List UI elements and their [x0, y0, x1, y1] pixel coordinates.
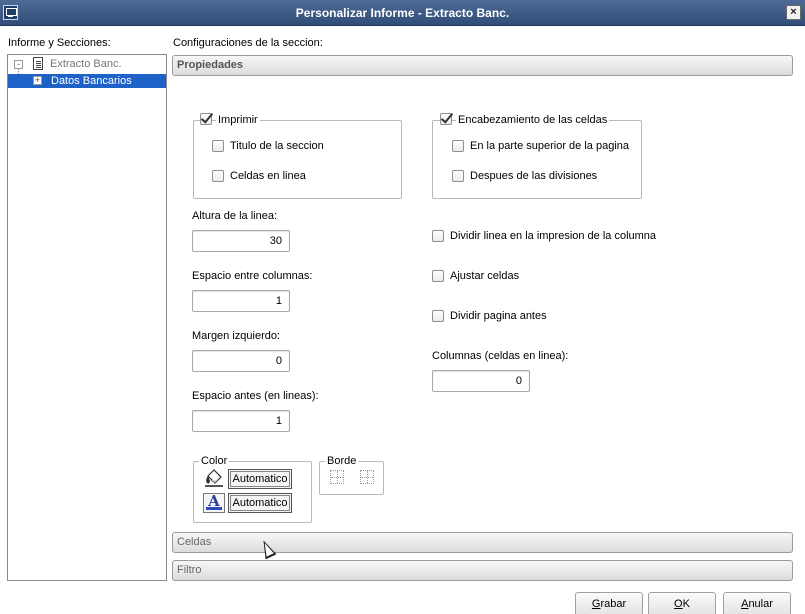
- borde-group-label: Borde: [325, 455, 359, 467]
- celdas-en-linea-checkbox[interactable]: [212, 170, 224, 182]
- espacio-columnas-label: Espacio entre columnas:: [192, 270, 313, 282]
- encabezamiento-label: Encabezamiento de las celdas: [456, 114, 610, 126]
- sections-tree[interactable]: - Extracto Banc. + Datos Bancarios: [7, 54, 167, 581]
- espacio-columnas-input[interactable]: 1: [192, 290, 290, 312]
- columnas-label: Columnas (celdas en linea):: [432, 350, 569, 362]
- margen-izquierdo-label: Margen izquierdo:: [192, 330, 281, 342]
- inner-borders-icon[interactable]: [330, 470, 344, 484]
- ajustar-celdas-label: Ajustar celdas: [450, 270, 520, 282]
- grabar-button[interactable]: Grabar: [575, 592, 643, 614]
- anular-button[interactable]: Anular: [723, 592, 791, 614]
- font-color-icon: A: [203, 493, 225, 513]
- fill-color-button[interactable]: Automatico: [228, 469, 292, 489]
- encabezamiento-checkbox[interactable]: [440, 113, 452, 125]
- titulo-seccion-checkbox[interactable]: [212, 140, 224, 152]
- all-borders-icon[interactable]: [360, 470, 374, 484]
- font-color-button[interactable]: Automatico: [228, 493, 292, 513]
- despues-divisiones-checkbox[interactable]: [452, 170, 464, 182]
- espacio-antes-label: Espacio antes (en lineas):: [192, 390, 319, 402]
- collapse-icon[interactable]: -: [14, 60, 23, 69]
- altura-linea-input[interactable]: 30: [192, 230, 290, 252]
- dividir-pagina-checkbox[interactable]: [432, 310, 444, 322]
- parte-superior-label: En la parte superior de la pagina: [470, 140, 629, 152]
- tree-item-label: Datos Bancarios: [51, 75, 132, 87]
- color-group-label: Color: [199, 455, 230, 467]
- encabezamiento-group: [432, 120, 642, 199]
- despues-divisiones-label: Despues de las divisiones: [470, 170, 598, 182]
- titulo-seccion-label: Titulo de la seccion: [230, 140, 324, 152]
- title-bar: Personalizar Informe - Extracto Banc. ×: [0, 0, 805, 26]
- dividir-linea-label: Dividir linea en la impresion de la colu…: [450, 230, 657, 242]
- ajustar-celdas-checkbox[interactable]: [432, 270, 444, 282]
- section-header-filtro[interactable]: Filtro: [172, 560, 793, 581]
- expand-icon[interactable]: +: [33, 76, 42, 85]
- section-settings-label: Configuraciones de la seccion:: [173, 37, 323, 49]
- margen-izquierdo-input[interactable]: 0: [192, 350, 290, 372]
- tree-item-label: Extracto Banc.: [50, 58, 122, 70]
- altura-linea-label: Altura de la linea:: [192, 210, 277, 222]
- paint-bucket-icon: [205, 469, 223, 487]
- document-icon: [33, 57, 43, 70]
- sections-panel-label: Informe y Secciones:: [8, 37, 111, 49]
- section-header-propiedades[interactable]: Propiedades: [172, 55, 793, 76]
- parte-superior-checkbox[interactable]: [452, 140, 464, 152]
- columnas-input[interactable]: 0: [432, 370, 530, 392]
- imprimir-label: Imprimir: [216, 114, 260, 126]
- dividir-linea-checkbox[interactable]: [432, 230, 444, 242]
- close-button[interactable]: ×: [786, 5, 801, 20]
- window-title: Personalizar Informe - Extracto Banc.: [295, 6, 510, 20]
- ok-button[interactable]: OK: [648, 592, 716, 614]
- imprimir-group: [193, 120, 402, 199]
- tree-item-extracto-banc[interactable]: - Extracto Banc.: [8, 57, 166, 71]
- tree-item-datos-bancarios[interactable]: + Datos Bancarios: [8, 74, 166, 88]
- espacio-antes-input[interactable]: 1: [192, 410, 290, 432]
- dividir-pagina-label: Dividir pagina antes: [450, 310, 547, 322]
- imprimir-checkbox[interactable]: [200, 113, 212, 125]
- celdas-en-linea-label: Celdas en linea: [230, 170, 306, 182]
